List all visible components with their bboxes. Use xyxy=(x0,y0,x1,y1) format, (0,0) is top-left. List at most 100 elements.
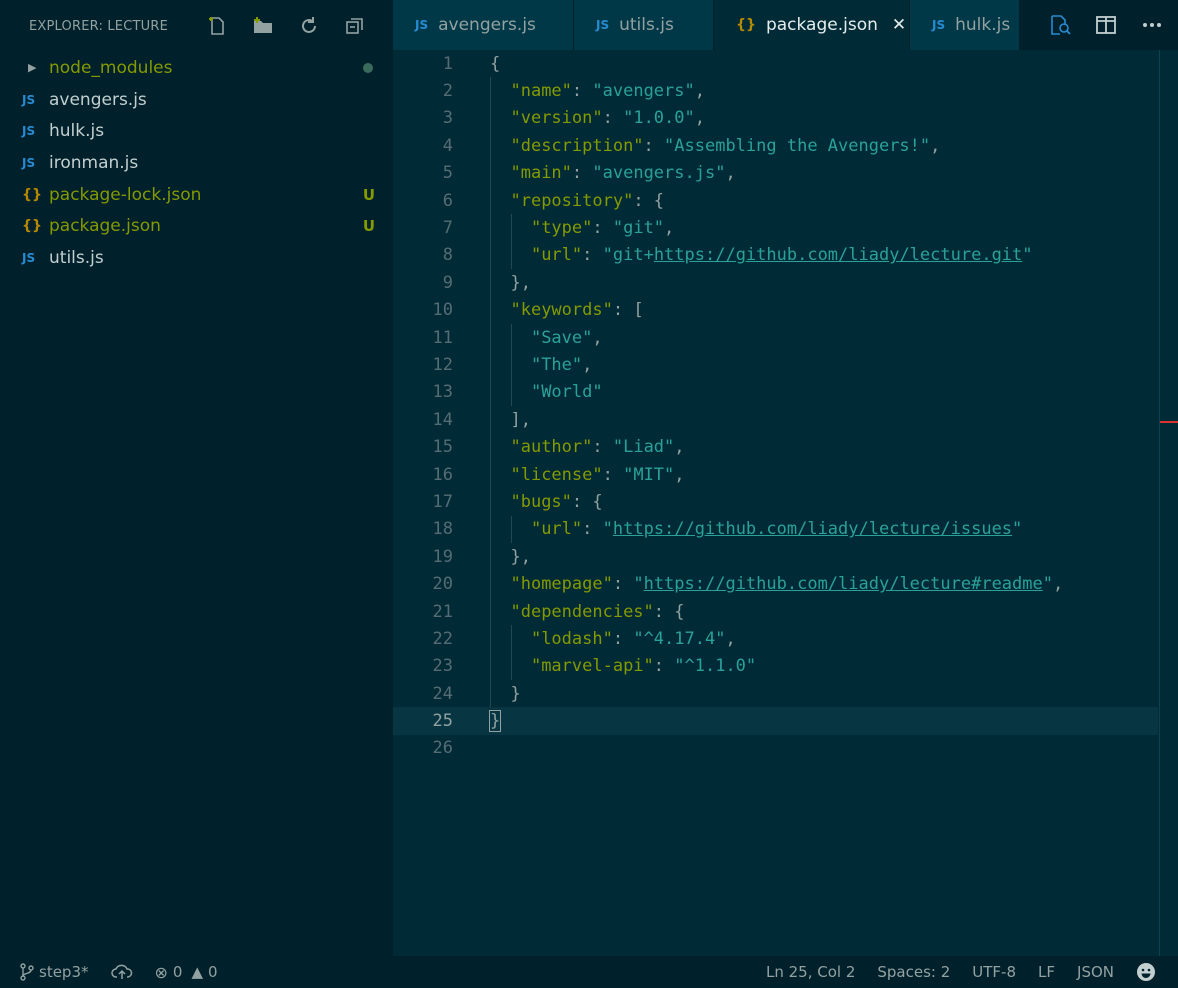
indent-guide xyxy=(490,570,491,598)
tree-item-ironman-js[interactable]: JS ironman.js xyxy=(0,147,393,179)
end-of-line[interactable]: LF xyxy=(1038,963,1055,981)
line-number: 3 xyxy=(442,108,453,129)
tree-item-hulk-js[interactable]: JS hulk.js xyxy=(0,115,393,147)
code-line[interactable]: 6 "repository": { xyxy=(393,186,1158,215)
code-line[interactable]: 2 "name": "avengers", xyxy=(393,77,1158,105)
json-file-icon: {} xyxy=(22,218,42,235)
indent-guide xyxy=(490,241,491,270)
tab-label: hulk.js xyxy=(955,15,1011,35)
code-line[interactable]: 3 "version": "1.0.0", xyxy=(393,104,1158,133)
tab-utils-js[interactable]: JS utils.js xyxy=(574,0,714,50)
code-line[interactable]: 24 } xyxy=(393,679,1158,708)
code-line[interactable]: 26 xyxy=(393,735,1158,762)
line-content: } xyxy=(453,710,502,733)
code-token: : { xyxy=(653,601,685,622)
code-line[interactable]: 5 "main": "avengers.js", xyxy=(393,159,1158,187)
code-token: "bugs" xyxy=(510,491,572,512)
tree-item-package-json[interactable]: {} package.json U xyxy=(0,210,393,242)
encoding[interactable]: UTF-8 xyxy=(972,963,1016,981)
collapse-all-icon[interactable] xyxy=(343,14,367,38)
tree-item-avengers-js[interactable]: JS avengers.js xyxy=(0,84,393,116)
link-token[interactable]: https://github.com/liady/lecture.git xyxy=(654,245,1022,265)
code-line[interactable]: 11 "Save", xyxy=(393,323,1158,352)
js-file-icon: JS xyxy=(932,18,946,32)
code-line[interactable]: 19 }, xyxy=(393,543,1158,571)
code-line[interactable]: 4 "description": "Assembling the Avenger… xyxy=(393,132,1158,160)
line-number: 8 xyxy=(442,245,453,266)
explorer-title: EXPLORER: LECTURE xyxy=(29,18,168,34)
tree-item-package-lock-json[interactable]: {} package-lock.json U xyxy=(0,179,393,211)
code-line[interactable]: 22 "lodash": "^4.17.4", xyxy=(393,625,1158,653)
problems-status[interactable]: ⊗ 0 ▲ 0 xyxy=(155,963,218,982)
new-file-icon[interactable] xyxy=(205,14,229,38)
code-token: " xyxy=(1042,574,1053,595)
code-line[interactable]: 7 "type": "git", xyxy=(393,214,1158,242)
indent-guide xyxy=(510,323,512,352)
code-editor[interactable]: 1{2 "name": "avengers", 3 "version": "1.0… xyxy=(393,50,1178,956)
code-token: : xyxy=(571,81,593,102)
code-line[interactable]: 13 "World" xyxy=(393,378,1158,407)
indent-guide xyxy=(510,378,512,407)
tree-item-node-modules[interactable]: ▶ node_modules xyxy=(0,52,393,84)
indent-guide xyxy=(490,296,491,324)
line-number: 14 xyxy=(432,409,453,430)
line-content: "repository": { xyxy=(453,191,664,211)
split-editor-icon[interactable] xyxy=(1094,13,1118,37)
code-token: "marvel-api" xyxy=(530,656,654,677)
code-line[interactable]: 25} xyxy=(393,707,1158,735)
code-line[interactable]: 9 }, xyxy=(393,269,1158,297)
code-line[interactable]: 1{ xyxy=(393,50,1158,77)
more-actions-icon[interactable] xyxy=(1140,13,1164,37)
code-line[interactable]: 12 "The", xyxy=(393,351,1158,379)
indent-guide xyxy=(490,433,491,461)
code-line[interactable]: 18 "url": "https://github.com/liady/lect… xyxy=(393,515,1158,544)
indentation[interactable]: Spaces: 2 xyxy=(877,963,950,981)
tab-package-json[interactable]: {} package.json ✕ xyxy=(714,0,910,50)
line-number: 20 xyxy=(432,574,453,595)
code-line[interactable]: 20 "homepage": "https://github.com/liady… xyxy=(393,570,1158,598)
line-number: 24 xyxy=(432,683,453,704)
tree-item-utils-js[interactable]: JS utils.js xyxy=(0,242,393,274)
cursor-position[interactable]: Ln 25, Col 2 xyxy=(766,963,855,981)
code-token: "Assembling the Avengers!" xyxy=(664,135,931,156)
code-line[interactable]: 15 "author": "Liad", xyxy=(393,433,1158,461)
code-line[interactable]: 16 "license": "MIT", xyxy=(393,460,1158,489)
code-token: "author" xyxy=(510,437,593,458)
code-line[interactable]: 17 "bugs": { xyxy=(393,488,1158,516)
line-number: 1 xyxy=(442,53,453,74)
new-folder-icon[interactable] xyxy=(251,14,275,38)
json-file-icon: {} xyxy=(22,186,42,203)
code-line[interactable]: 21 "dependencies": { xyxy=(393,597,1158,626)
link-token[interactable]: https://github.com/liady/lecture#readme xyxy=(644,574,1043,594)
line-content: "Save", xyxy=(453,328,603,348)
code-token: , xyxy=(674,464,685,485)
code-token: "avengers.js" xyxy=(592,163,726,184)
tab-hulk-js[interactable]: JS hulk.js xyxy=(910,0,1020,50)
git-branch-status[interactable]: step3* xyxy=(20,963,89,981)
tab-avengers-js[interactable]: JS avengers.js xyxy=(393,0,574,50)
refresh-icon[interactable] xyxy=(297,14,321,38)
tree-item-label: node_modules xyxy=(49,57,173,78)
link-token[interactable]: https://github.com/liady/lecture/issues xyxy=(613,519,1012,539)
code-token: "dependencies" xyxy=(510,601,654,622)
sync-status[interactable] xyxy=(110,963,133,981)
open-changes-icon[interactable] xyxy=(1048,13,1072,37)
code-token: "version" xyxy=(510,108,603,129)
code-token: : xyxy=(592,437,613,458)
close-icon[interactable]: ✕ xyxy=(892,15,906,35)
explorer-header: EXPLORER: LECTURE xyxy=(0,0,393,52)
feedback-smiley-icon[interactable] xyxy=(1136,962,1156,982)
code-token: "Liad" xyxy=(612,437,675,458)
code-token: { xyxy=(490,53,501,74)
language-mode[interactable]: JSON xyxy=(1077,963,1114,981)
code-line[interactable]: 8 "url": "git+https://github.com/liady/l… xyxy=(393,241,1158,270)
code-token: : { xyxy=(571,491,603,512)
line-number: 16 xyxy=(432,464,453,485)
line-content: "author": "Liad", xyxy=(453,437,684,458)
code-token: " xyxy=(633,574,644,595)
overview-ruler xyxy=(1159,50,1160,956)
code-line[interactable]: 14 ], xyxy=(393,406,1158,434)
code-line[interactable]: 23 "marvel-api": "^1.1.0" xyxy=(393,652,1158,680)
code-token: "^4.17.4" xyxy=(633,628,726,649)
code-line[interactable]: 10 "keywords": [ xyxy=(393,296,1158,324)
